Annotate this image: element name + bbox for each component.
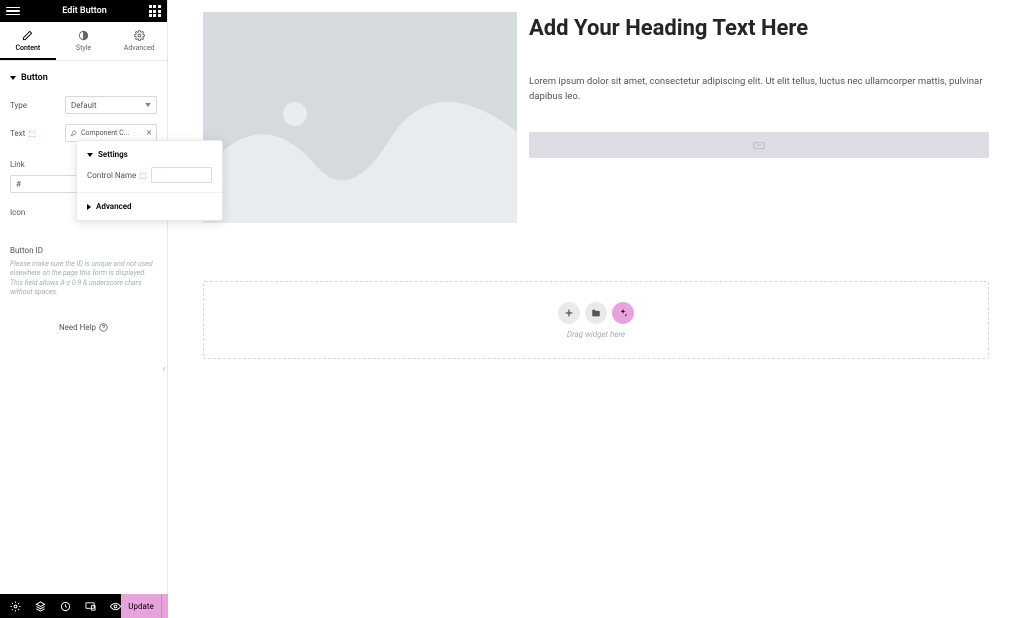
- panel-title: Edit Button: [62, 6, 106, 16]
- add-section-button[interactable]: [558, 302, 580, 324]
- help-icon: [99, 323, 108, 332]
- add-template-button[interactable]: [585, 302, 607, 324]
- heading-widget[interactable]: Add Your Heading Text Here: [529, 16, 989, 41]
- text-widget[interactable]: Lorem ipsum dolor sit amet, consectetur …: [529, 75, 989, 104]
- wrench-icon: [70, 129, 78, 137]
- sparkle-icon: [618, 308, 628, 318]
- dynamic-tags-popover: Settings Control Name⬚ Advanced: [76, 140, 223, 221]
- field-type: Type Default: [10, 91, 157, 119]
- field-button-id: Button ID Please make sure the ID is uni…: [10, 238, 157, 298]
- image-placeholder[interactable]: [203, 12, 517, 223]
- button-id-hint: Please make sure the ID is unique and no…: [10, 260, 157, 298]
- responsive-icon[interactable]: [85, 601, 96, 612]
- content-column: Add Your Heading Text Here Lorem ipsum d…: [529, 12, 989, 223]
- chevron-down-icon: [145, 103, 151, 107]
- tab-style[interactable]: Style: [56, 22, 112, 60]
- update-button[interactable]: Update: [121, 594, 161, 618]
- button-placeholder-icon: [752, 138, 766, 152]
- preview-icon[interactable]: [110, 601, 121, 612]
- button-widget[interactable]: [529, 132, 989, 158]
- dynamic-icon[interactable]: ⬚: [28, 129, 36, 138]
- collapse-sidebar-button[interactable]: ‹: [160, 361, 167, 375]
- popover-advanced-section[interactable]: Advanced: [87, 202, 212, 211]
- ai-button[interactable]: [612, 302, 634, 324]
- mountain-icon: [203, 12, 517, 223]
- history-icon[interactable]: [60, 601, 71, 612]
- editor-tabs: Content Style Advanced: [0, 22, 167, 61]
- dynamic-icon[interactable]: ⬚: [139, 171, 147, 180]
- field-control-name: Control Name⬚: [87, 167, 212, 183]
- drop-zone-label: Drag widget here: [567, 330, 625, 339]
- control-name-input[interactable]: [151, 167, 212, 183]
- gear-icon: [134, 30, 145, 41]
- add-section-zone[interactable]: Drag widget here: [203, 281, 989, 359]
- sidebar-header: Edit Button: [0, 0, 167, 22]
- type-select[interactable]: Default: [65, 96, 157, 114]
- settings-icon[interactable]: [10, 601, 21, 612]
- tab-advanced[interactable]: Advanced: [111, 22, 167, 60]
- chevron-down-icon: [87, 153, 93, 157]
- editor-sidebar: Edit Button Content Style Advanced Butto…: [0, 0, 168, 618]
- pencil-icon: [22, 30, 33, 41]
- sidebar-footer: Update: [0, 594, 167, 618]
- plus-icon: [564, 308, 574, 318]
- chevron-right-icon: [87, 204, 91, 210]
- editor-canvas[interactable]: Add Your Heading Text Here Lorem ipsum d…: [168, 0, 1024, 618]
- apps-icon[interactable]: [149, 5, 161, 17]
- need-help-link[interactable]: Need Help: [10, 323, 157, 332]
- contrast-icon: [78, 30, 89, 41]
- sun-shape: [283, 102, 307, 126]
- hamburger-icon[interactable]: [6, 6, 20, 16]
- popover-settings-section[interactable]: Settings: [87, 150, 212, 159]
- close-icon[interactable]: ✕: [146, 129, 152, 137]
- navigator-icon[interactable]: [35, 601, 46, 612]
- section-button[interactable]: Button: [10, 61, 157, 91]
- tab-content[interactable]: Content: [0, 22, 56, 60]
- folder-icon: [591, 308, 601, 318]
- canvas-section: Add Your Heading Text Here Lorem ipsum d…: [203, 12, 989, 223]
- chevron-down-icon: [10, 76, 16, 80]
